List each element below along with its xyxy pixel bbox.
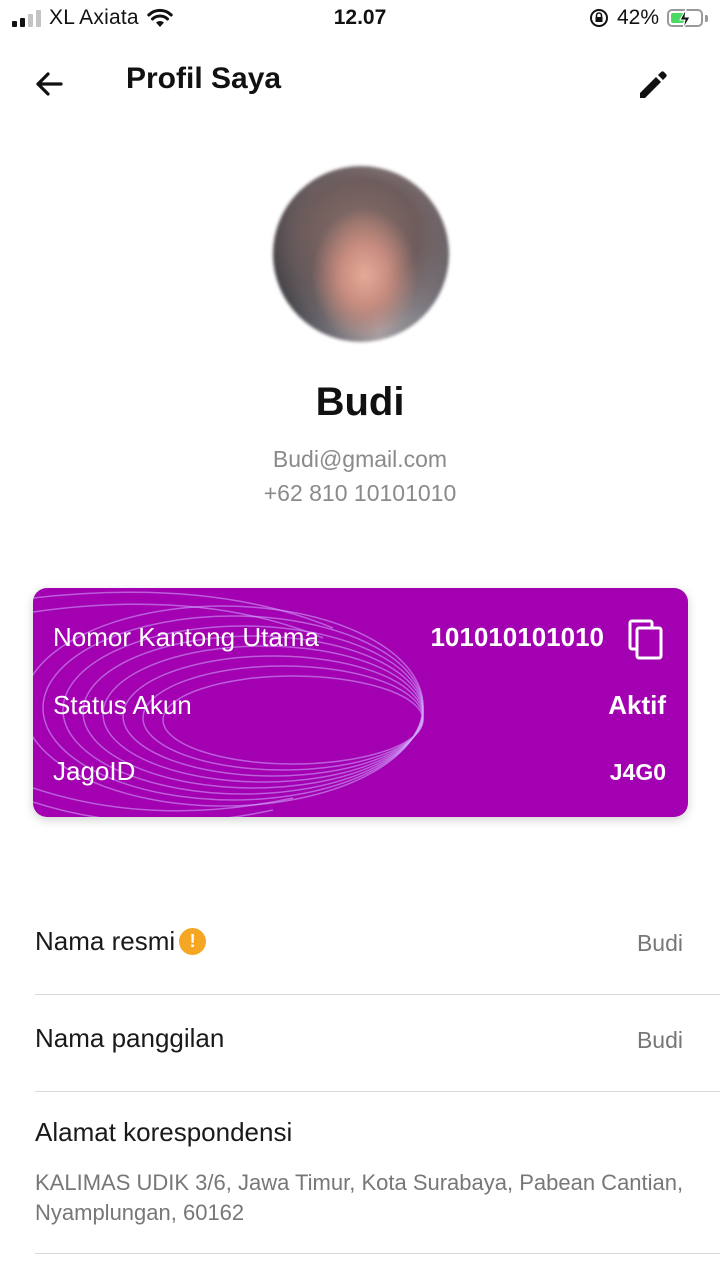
battery-cap xyxy=(705,14,708,22)
app-header: Profil Saya xyxy=(0,50,720,114)
address-label: Alamat korespondensi xyxy=(35,1117,293,1147)
orientation-lock-icon xyxy=(589,9,608,27)
back-arrow-icon[interactable] xyxy=(30,64,70,104)
pencil-icon[interactable] xyxy=(634,64,674,104)
battery-percent: 42% xyxy=(616,6,659,29)
account-status-label: Status Akun xyxy=(53,690,192,720)
profile-email: Budi@gmail.com xyxy=(272,446,448,472)
legal-name-label: Nama resmi! xyxy=(35,926,207,957)
account-status-value: Aktif xyxy=(608,690,666,720)
divider xyxy=(35,1091,720,1092)
profile-name: Budi xyxy=(315,380,405,424)
warning-icon[interactable]: ! xyxy=(179,927,207,955)
profile-phone: +62 810 10101010 xyxy=(263,480,457,506)
account-number-value: 101010101010 xyxy=(430,622,604,652)
status-bar: XL Axiata 12.07 42% xyxy=(0,0,720,36)
divider xyxy=(35,994,720,995)
address-value: KALIMAS UDIK 3/6, Jawa Timur, Kota Surab… xyxy=(35,1170,684,1225)
divider xyxy=(35,1253,720,1254)
avatar xyxy=(273,166,449,342)
copy-icon[interactable] xyxy=(626,618,666,660)
nickname-label: Nama panggilan xyxy=(35,1023,225,1053)
jagoid-label: JagoID xyxy=(53,756,136,786)
page-title: Profil Saya xyxy=(126,62,282,95)
account-number-label: Nomor Kantong Utama xyxy=(53,622,319,652)
battery-icon xyxy=(667,8,703,30)
nickname-value: Budi xyxy=(636,1027,683,1053)
legal-name-value: Budi xyxy=(636,930,683,956)
jagoid-value: J4G0 xyxy=(609,759,666,785)
account-card: Nomor Kantong Utama 101010101010 Status … xyxy=(33,588,688,817)
